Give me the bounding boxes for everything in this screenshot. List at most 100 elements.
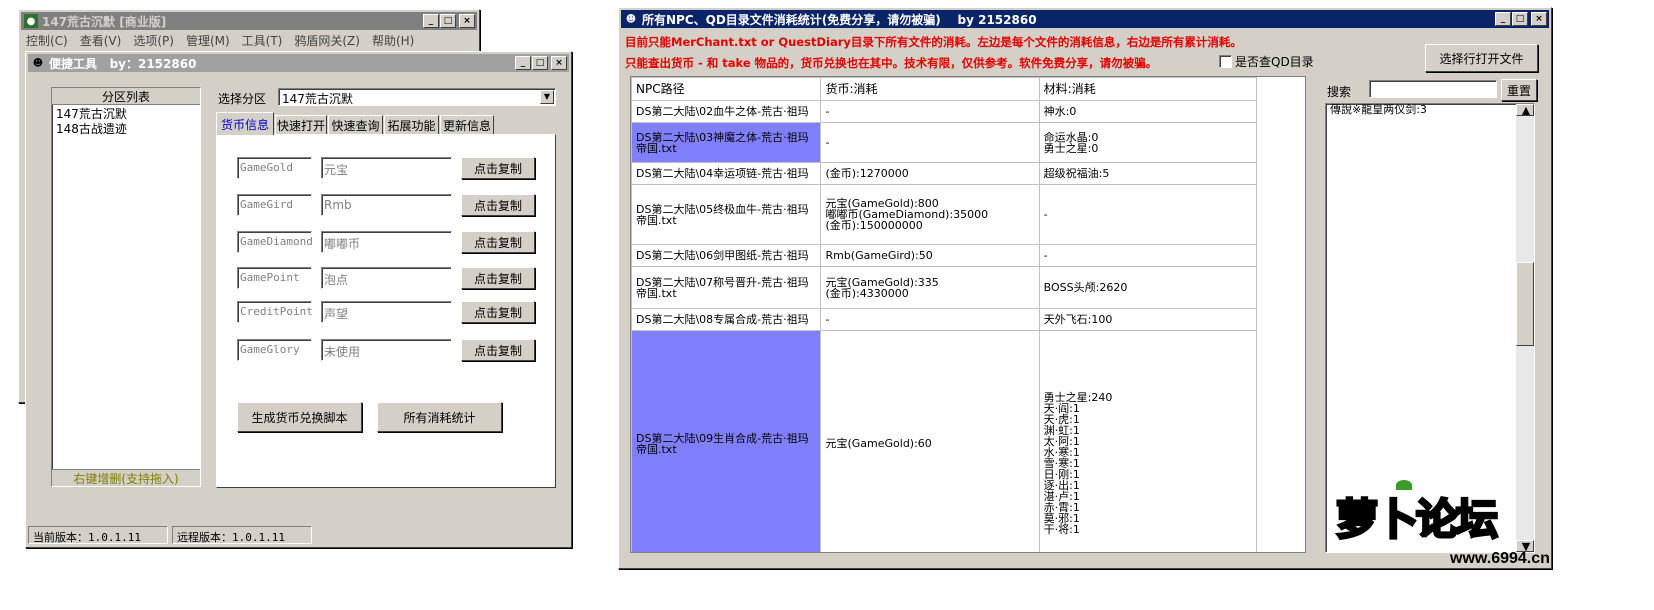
table-row[interactable]: DS第二大陆\08专属合成-荒古·祖玛 - 天外飞石:100 bbox=[631, 308, 1258, 331]
row-money: 元宝(GameGold):335 (金币):4330000 bbox=[820, 266, 1040, 309]
row-path: DS第二大陆\08专属合成-荒古·祖玛 bbox=[631, 308, 822, 331]
table-row[interactable]: DS第二大陆\07称号晋升-荒古·祖玛 帝国.txt 元宝(GameGold):… bbox=[631, 266, 1258, 309]
row-items: 命运水晶:0 勇士之星:0 bbox=[1038, 122, 1258, 163]
stats-titlebar[interactable]: ☻ 所有NPC、QD目录文件消耗统计(免费分享，请勿被骗) by 2152860… bbox=[621, 10, 1549, 28]
row-items: 勇士之星:240 天·阎:1 天·虎:1 渊·虹:1 太·阿:1 水·寒:1 雪… bbox=[1038, 330, 1258, 552]
menu-manage[interactable]: 管理(M) bbox=[186, 32, 230, 50]
tab-extensions[interactable]: 拓展功能 bbox=[384, 115, 439, 135]
scroll-thumb[interactable] bbox=[1305, 305, 1306, 347]
row-money: Rmb(GameGird):50 bbox=[820, 244, 1040, 267]
tab-quick-query[interactable]: 快速查询 bbox=[328, 115, 383, 135]
col-header-items[interactable]: 材料:消耗 bbox=[1038, 77, 1258, 101]
copy-button[interactable]: 点击复制 bbox=[461, 339, 535, 361]
partition-item[interactable]: 148古战遗迹 bbox=[52, 120, 200, 136]
currency-name-field[interactable]: Rmb bbox=[321, 194, 452, 216]
carrot-icon bbox=[1396, 480, 1412, 490]
tab-panel: GameGold 元宝 点击复制 GameGird Rmb 点击复制 GameD… bbox=[216, 134, 556, 488]
copy-button[interactable]: 点击复制 bbox=[461, 194, 535, 216]
quick-tools-title: 便捷工具 bbox=[49, 56, 98, 71]
minimize-button[interactable]: _ bbox=[423, 14, 439, 28]
partition-item[interactable]: 147荒古沉默 bbox=[52, 105, 200, 121]
close-button[interactable]: × bbox=[459, 14, 475, 28]
table-row[interactable]: DS第二大陆\09生肖合成-荒古·祖玛 帝国.txt 元宝(GameGold):… bbox=[631, 330, 1258, 552]
close-button[interactable]: × bbox=[1531, 12, 1547, 26]
row-path: DS第二大陆\09生肖合成-荒古·祖玛 帝国.txt bbox=[631, 330, 822, 552]
partition-list[interactable]: 分区列表 147荒古沉默 148古战遗迹 右键增删(支持拖入) bbox=[51, 87, 201, 487]
scroll-up-arrow[interactable]: ▲ bbox=[1305, 77, 1306, 93]
close-button[interactable]: × bbox=[551, 56, 567, 70]
menu-gateway[interactable]: 鸦盾网关(Z) bbox=[294, 32, 360, 50]
scroll-up-arrow[interactable]: ▲ bbox=[1516, 104, 1534, 117]
menubar: 控制(C) 查看(V) 选项(P) 管理(M) 工具(T) 鸦盾网关(Z) 帮助… bbox=[22, 32, 414, 50]
row-path: DS第二大陆\02血牛之体-荒古·祖玛 bbox=[631, 100, 822, 123]
minimize-button[interactable]: _ bbox=[515, 56, 531, 70]
list-item[interactable]: 傳說※龍皇两仪剑:3 bbox=[1328, 104, 1520, 116]
scroll-thumb[interactable] bbox=[1516, 262, 1534, 346]
all-stats-button[interactable]: 所有消耗统计 bbox=[377, 402, 502, 432]
reset-button[interactable]: 重置 bbox=[1501, 79, 1537, 101]
table-row[interactable]: DS第二大陆\05终极血牛-荒古·祖玛 帝国.txt 元宝(GameGold):… bbox=[631, 184, 1258, 245]
col-header-path[interactable]: NPC路径 bbox=[631, 77, 822, 101]
currency-name-field[interactable]: 泡点 bbox=[321, 267, 452, 289]
currency-name-field[interactable]: 未使用 bbox=[321, 339, 452, 361]
menu-help[interactable]: 帮助(H) bbox=[372, 32, 414, 50]
currency-code-field[interactable]: GamePoint bbox=[237, 267, 312, 289]
currency-name-field[interactable]: 声望 bbox=[321, 301, 452, 323]
tab-quick-open[interactable]: 快速打开 bbox=[275, 115, 327, 135]
table-row[interactable]: DS第二大陆\02血牛之体-荒古·祖玛 - 神水:0 bbox=[631, 100, 1258, 123]
stats-table-container: NPC路径 货币:消耗 材料:消耗 DS第二大陆\02血牛之体-荒古·祖玛 - … bbox=[630, 76, 1306, 553]
currency-code-field[interactable]: CreditPoint bbox=[237, 301, 313, 323]
copy-button[interactable]: 点击复制 bbox=[461, 301, 535, 323]
table-scrollbar[interactable]: ▲ ▼ bbox=[1305, 77, 1306, 552]
main-window-titlebar[interactable]: ● 147荒古沉默 [商业版] _ □ × bbox=[21, 12, 477, 30]
current-version: 当前版本：1.0.1.11 bbox=[28, 526, 168, 544]
search-input[interactable] bbox=[1369, 80, 1497, 98]
currency-code-field[interactable]: GameGlory bbox=[237, 339, 312, 361]
generate-script-button[interactable]: 生成货币兑换脚本 bbox=[237, 402, 362, 432]
row-items: 超级祝福油:5 bbox=[1038, 162, 1258, 185]
table-row[interactable]: DS第二大陆\06剑甲图纸-荒古·祖玛 Rmb(GameGird):50 - bbox=[631, 244, 1258, 267]
maximize-button[interactable]: □ bbox=[1512, 12, 1528, 26]
open-file-button[interactable]: 选择行打开文件 bbox=[1425, 44, 1538, 72]
currency-name-field[interactable]: 元宝 bbox=[321, 157, 452, 179]
chevron-down-icon[interactable]: ▼ bbox=[540, 90, 554, 104]
tab-strip: 货币信息 快速打开 快速查询 拓展功能 更新信息 bbox=[216, 112, 558, 135]
row-items: 天外飞石:100 bbox=[1038, 308, 1258, 331]
tab-update-info[interactable]: 更新信息 bbox=[440, 115, 494, 135]
maximize-button[interactable]: □ bbox=[532, 56, 548, 70]
row-path: DS第二大陆\04幸运项链-荒古·祖玛 bbox=[631, 162, 822, 185]
quick-tools-window: ☻ 便捷工具 by：2152860 _ □ × 分区列表 147荒古沉默 148… bbox=[25, 51, 572, 548]
partition-select[interactable]: 147荒古沉默 ▼ bbox=[278, 88, 556, 106]
partition-list-header: 分区列表 bbox=[52, 88, 200, 105]
watermark-url: www.6994.cn bbox=[1450, 550, 1550, 567]
tab-currency-info[interactable]: 货币信息 bbox=[216, 112, 274, 135]
partition-list-footer[interactable]: 右键增删(支持拖入) bbox=[52, 469, 200, 486]
quick-tools-titlebar[interactable]: ☻ 便捷工具 by：2152860 _ □ × bbox=[28, 54, 569, 72]
currency-name-field[interactable]: 嘟嘟币 bbox=[321, 231, 452, 253]
maximize-button[interactable]: □ bbox=[440, 14, 456, 28]
row-items: BOSS头颅:2620 bbox=[1038, 266, 1258, 309]
row-path: DS第二大陆\07称号晋升-荒古·祖玛 帝国.txt bbox=[631, 266, 822, 309]
qd-checkbox-label[interactable]: 是否查QD目录 bbox=[1235, 53, 1314, 70]
row-money: - bbox=[820, 100, 1040, 123]
stats-title: 所有NPC、QD目录文件消耗统计(免费分享，请勿被骗) bbox=[642, 12, 941, 27]
table-row[interactable]: DS第二大陆\04幸运项链-荒古·祖玛 (金币):1270000 超级祝福油:5 bbox=[631, 162, 1258, 185]
menu-options[interactable]: 选项(P) bbox=[133, 32, 174, 50]
menu-view[interactable]: 查看(V) bbox=[80, 32, 122, 50]
row-items: - bbox=[1038, 244, 1258, 267]
scroll-down-arrow[interactable]: ▼ bbox=[1305, 536, 1306, 552]
menu-tools[interactable]: 工具(T) bbox=[242, 32, 283, 50]
copy-button[interactable]: 点击复制 bbox=[461, 157, 535, 179]
copy-button[interactable]: 点击复制 bbox=[461, 231, 535, 253]
app-icon: ● bbox=[24, 14, 38, 28]
currency-code-field[interactable]: GameGird bbox=[237, 194, 312, 216]
currency-code-field[interactable]: GameGold bbox=[237, 157, 312, 179]
table-row[interactable]: DS第二大陆\03神魔之体-荒古·祖玛 帝国.txt - 命运水晶:0 勇士之星… bbox=[631, 122, 1258, 163]
watermark-logo: 萝卜论坛 bbox=[1334, 478, 1550, 550]
currency-code-field[interactable]: GameDiamond bbox=[237, 231, 313, 253]
col-header-money[interactable]: 货币:消耗 bbox=[820, 77, 1040, 101]
qd-checkbox[interactable] bbox=[1219, 55, 1232, 68]
menu-control[interactable]: 控制(C) bbox=[26, 32, 68, 50]
copy-button[interactable]: 点击复制 bbox=[461, 267, 535, 289]
minimize-button[interactable]: _ bbox=[1495, 12, 1511, 26]
